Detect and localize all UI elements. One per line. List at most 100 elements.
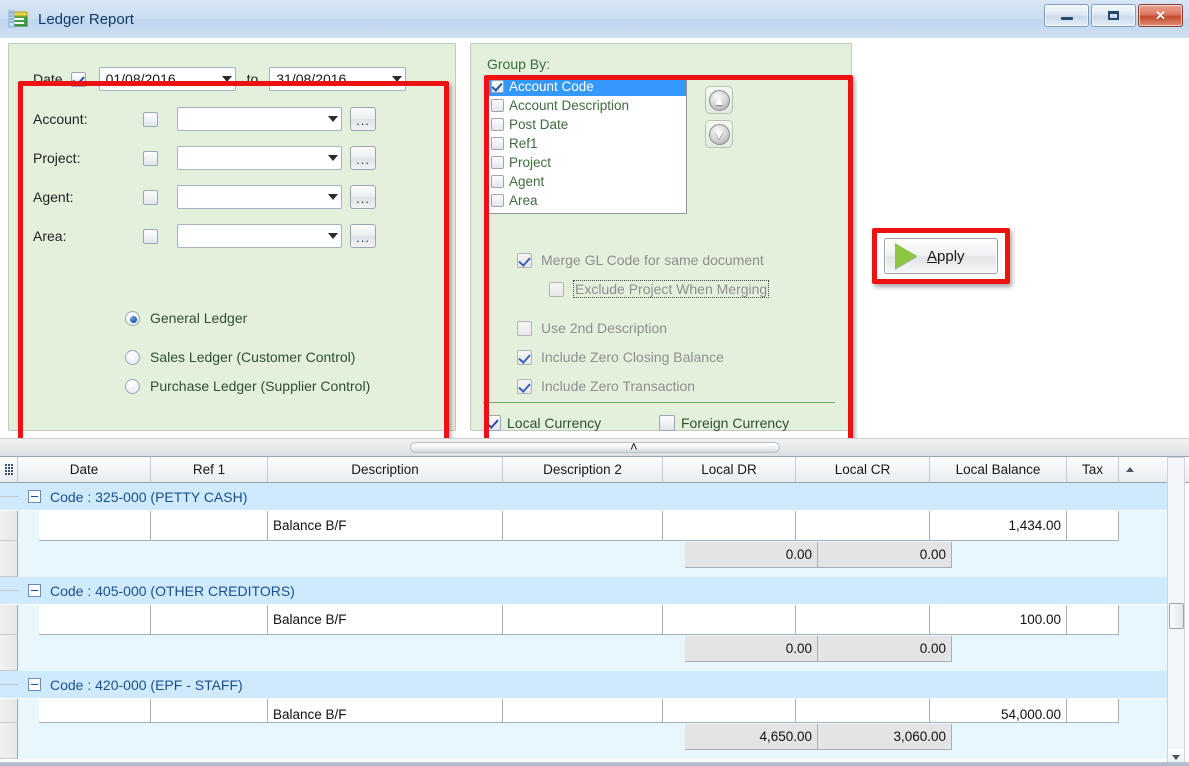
cell-ref1[interactable] bbox=[151, 699, 268, 723]
cell-date[interactable] bbox=[39, 511, 151, 541]
include-zero-transaction-checkbox[interactable] bbox=[517, 379, 532, 394]
use-2nd-description-checkbox[interactable] bbox=[517, 321, 532, 336]
area-browse-button[interactable]: ... bbox=[350, 224, 376, 248]
cell-tax[interactable] bbox=[1067, 699, 1119, 723]
column-header-ref1[interactable]: Ref 1 bbox=[151, 457, 268, 482]
apply-button[interactable]: Apply bbox=[884, 238, 998, 274]
column-header-description2[interactable]: Description 2 bbox=[503, 457, 663, 482]
option-include-zero-closing-balance[interactable]: Include Zero Closing Balance bbox=[517, 349, 724, 365]
collapse-chevron-icon[interactable]: ˄ bbox=[630, 441, 638, 453]
column-header-local-dr[interactable]: Local DR bbox=[663, 457, 796, 482]
group-by-checkbox[interactable] bbox=[491, 137, 504, 150]
collapse-group-icon[interactable] bbox=[28, 490, 41, 503]
group-by-checkbox[interactable] bbox=[491, 118, 504, 131]
cell-ref1[interactable] bbox=[151, 511, 268, 541]
cell-local-balance[interactable]: 1,434.00 bbox=[930, 511, 1067, 541]
project-enable-checkbox[interactable] bbox=[143, 151, 158, 166]
scrollbar-thumb[interactable] bbox=[1169, 603, 1184, 629]
cell-local-dr[interactable] bbox=[663, 699, 796, 723]
group-by-checkbox[interactable] bbox=[491, 175, 504, 188]
minimize-icon[interactable] bbox=[1044, 4, 1089, 27]
merge-gl-code-checkbox[interactable] bbox=[517, 253, 532, 268]
account-combo[interactable] bbox=[177, 107, 342, 131]
table-row[interactable]: Balance B/F 54,000.00 bbox=[0, 699, 1167, 723]
date-to-combo[interactable]: 31/08/2016 bbox=[269, 67, 406, 91]
scroll-up-icon[interactable] bbox=[1119, 457, 1141, 482]
option-include-zero-transaction[interactable]: Include Zero Transaction bbox=[517, 378, 695, 394]
cell-local-cr[interactable] bbox=[796, 699, 930, 723]
cell-description2[interactable] bbox=[503, 605, 663, 635]
cell-local-cr[interactable] bbox=[796, 605, 930, 635]
cell-date[interactable] bbox=[39, 605, 151, 635]
cell-local-dr[interactable] bbox=[663, 605, 796, 635]
cell-tax[interactable] bbox=[1067, 605, 1119, 635]
group-by-checkbox[interactable] bbox=[491, 156, 504, 169]
panel-splitter[interactable]: ˄ bbox=[0, 438, 1189, 456]
group-header-row[interactable]: Code : 405-000 (OTHER CREDITORS) bbox=[0, 577, 1167, 605]
cell-ref1[interactable] bbox=[151, 605, 268, 635]
cell-description[interactable]: Balance B/F bbox=[268, 605, 503, 635]
radio-sales-ledger[interactable]: Sales Ledger (Customer Control) bbox=[125, 349, 355, 365]
local-currency-option[interactable]: Local Currency bbox=[485, 415, 601, 431]
group-by-checkbox[interactable] bbox=[491, 99, 504, 112]
option-use-2nd-description[interactable]: Use 2nd Description bbox=[517, 320, 667, 336]
foreign-currency-checkbox[interactable] bbox=[659, 415, 675, 431]
purchase-ledger-radio[interactable] bbox=[125, 379, 140, 394]
table-row[interactable]: Balance B/F 1,434.00 bbox=[0, 511, 1167, 541]
group-header-row[interactable]: Code : 325-000 (PETTY CASH) bbox=[0, 483, 1167, 511]
collapse-group-icon[interactable] bbox=[28, 678, 41, 691]
group-by-checkbox[interactable] bbox=[491, 194, 504, 207]
group-header-row[interactable]: Code : 420-000 (EPF - STAFF) bbox=[0, 671, 1167, 699]
cell-local-balance[interactable]: 54,000.00 bbox=[930, 699, 1067, 723]
date-from-combo[interactable]: 01/08/2016 bbox=[99, 67, 236, 91]
group-by-item-project[interactable]: Project bbox=[488, 153, 686, 172]
group-by-item-account-description[interactable]: Account Description bbox=[488, 96, 686, 115]
cell-description[interactable]: Balance B/F bbox=[268, 699, 503, 723]
area-combo[interactable] bbox=[177, 224, 342, 248]
column-header-local-balance[interactable]: Local Balance bbox=[930, 457, 1067, 482]
group-by-item-post-date[interactable]: Post Date bbox=[488, 115, 686, 134]
cell-local-balance[interactable]: 100.00 bbox=[930, 605, 1067, 635]
local-currency-checkbox[interactable] bbox=[485, 415, 501, 431]
general-ledger-radio[interactable] bbox=[125, 311, 140, 326]
agent-browse-button[interactable]: ... bbox=[350, 185, 376, 209]
option-exclude-project-when-merging[interactable]: Exclude Project When Merging bbox=[549, 280, 769, 298]
cell-tax[interactable] bbox=[1067, 511, 1119, 541]
column-header-local-cr[interactable]: Local CR bbox=[796, 457, 930, 482]
radio-purchase-ledger[interactable]: Purchase Ledger (Supplier Control) bbox=[125, 378, 370, 394]
agent-enable-checkbox[interactable] bbox=[143, 190, 158, 205]
column-header-tax[interactable]: Tax bbox=[1067, 457, 1119, 482]
splitter-grip[interactable] bbox=[410, 442, 780, 453]
move-up-button[interactable]: ▲ bbox=[705, 86, 733, 114]
group-by-item-ref1[interactable]: Ref1 bbox=[488, 134, 686, 153]
cell-local-cr[interactable] bbox=[796, 511, 930, 541]
agent-combo[interactable] bbox=[177, 185, 342, 209]
cell-date[interactable] bbox=[39, 699, 151, 723]
exclude-project-checkbox[interactable] bbox=[549, 282, 564, 297]
project-browse-button[interactable]: ... bbox=[350, 146, 376, 170]
area-enable-checkbox[interactable] bbox=[143, 229, 158, 244]
collapse-group-icon[interactable] bbox=[28, 584, 41, 597]
column-header-description[interactable]: Description bbox=[268, 457, 503, 482]
cell-local-dr[interactable] bbox=[663, 511, 796, 541]
maximize-icon[interactable] bbox=[1091, 4, 1136, 27]
grid-vertical-scrollbar[interactable] bbox=[1167, 457, 1185, 766]
cell-description2[interactable] bbox=[503, 511, 663, 541]
include-zero-closing-balance-checkbox[interactable] bbox=[517, 350, 532, 365]
group-by-item-agent[interactable]: Agent bbox=[488, 172, 686, 191]
radio-general-ledger[interactable]: General Ledger bbox=[125, 310, 247, 326]
account-enable-checkbox[interactable] bbox=[143, 112, 158, 127]
sales-ledger-radio[interactable] bbox=[125, 350, 140, 365]
table-row[interactable]: Balance B/F 100.00 bbox=[0, 605, 1167, 635]
project-combo[interactable] bbox=[177, 146, 342, 170]
group-by-list[interactable]: Account Code Account Description Post Da… bbox=[487, 76, 687, 214]
close-icon[interactable]: ✕ bbox=[1138, 4, 1183, 27]
account-browse-button[interactable]: ... bbox=[350, 107, 376, 131]
cell-description[interactable]: Balance B/F bbox=[268, 511, 503, 541]
group-by-item-account-code[interactable]: Account Code bbox=[488, 77, 686, 96]
column-header-date[interactable]: Date bbox=[18, 457, 151, 482]
group-by-checkbox[interactable] bbox=[491, 80, 504, 93]
option-merge-gl-code[interactable]: Merge GL Code for same document bbox=[517, 252, 764, 268]
group-by-item-area[interactable]: Area bbox=[488, 191, 686, 210]
move-down-button[interactable]: ▼ bbox=[705, 120, 733, 148]
